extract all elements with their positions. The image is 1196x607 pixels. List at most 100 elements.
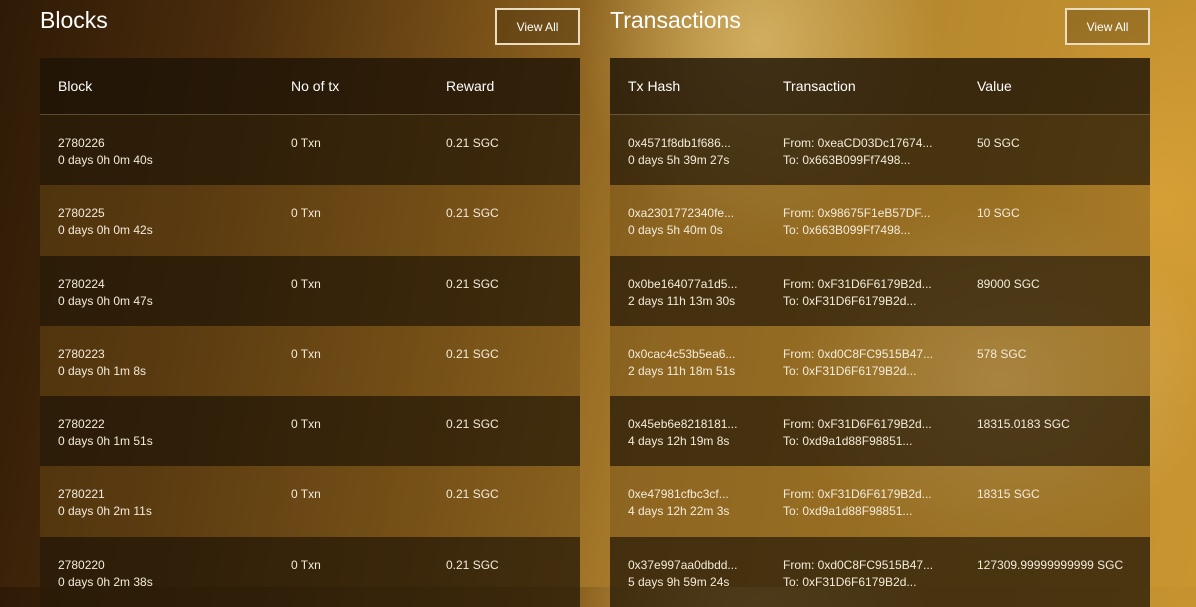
block-cell: 2780221 0 days 0h 2m 11s — [58, 486, 152, 520]
tx-hash-link[interactable]: 0x45eb6e8218181... — [628, 416, 737, 433]
block-number-link[interactable]: 2780225 — [58, 205, 153, 222]
tx-hash-link[interactable]: 0x37e997aa0dbdd... — [628, 557, 737, 574]
blocks-table: Block No of tx Reward 2780226 0 days 0h 0… — [40, 58, 580, 607]
block-cell: 2780220 0 days 0h 2m 38s — [58, 557, 153, 591]
block-reward: 0.21 SGC — [446, 206, 499, 221]
transactions-table-header: Tx Hash Transaction Value — [610, 58, 1150, 115]
block-tx-count: 0 Txn — [291, 557, 321, 572]
transactions-title: Transactions — [610, 7, 741, 33]
table-row: 2780222 0 days 0h 1m 51s 0 Txn 0.21 SGC — [40, 396, 580, 467]
table-row: 2780226 0 days 0h 0m 40s 0 Txn 0.21 SGC — [40, 115, 580, 186]
tx-hash-link[interactable]: 0x0cac4c53b5ea6... — [628, 346, 735, 363]
tx-hash-cell: 0xe47981cfbc3cf... 4 days 12h 22m 3s — [628, 486, 729, 520]
block-tx-count: 0 Txn — [291, 346, 321, 361]
block-cell: 2780225 0 days 0h 0m 42s — [58, 205, 153, 239]
tx-age: 2 days 11h 13m 30s — [628, 293, 736, 308]
tx-transaction-cell: From: 0x98675F1eB57DF... To: 0x663B099Ff7… — [783, 205, 930, 239]
block-age: 0 days 0h 1m 51s — [58, 434, 153, 449]
block-age: 0 days 0h 2m 38s — [58, 574, 153, 589]
tx-from-address[interactable]: From: 0xF31D6F6179B2d... — [783, 486, 932, 503]
table-row: 2780220 0 days 0h 2m 38s 0 Txn 0.21 SGC — [40, 536, 580, 607]
tx-to-address[interactable]: To: 0x663B099Ff7498... — [783, 152, 932, 169]
blocks-table-body: 2780226 0 days 0h 0m 40s 0 Txn 0.21 SGC 2780… — [40, 115, 580, 607]
table-row: 0x37e997aa0dbdd... 5 days 9h 59m 24s From:… — [610, 536, 1150, 607]
tx-value: 89000 SGC — [977, 276, 1040, 291]
tx-transaction-cell: From: 0xeaCD03Dc17674... To: 0x663B099Ff7… — [783, 135, 932, 169]
block-number-link[interactable]: 2780221 — [58, 486, 152, 503]
header-tx-hash: Tx Hash — [628, 78, 681, 94]
tx-from-address[interactable]: From: 0xeaCD03Dc17674... — [783, 135, 932, 152]
tx-from-address[interactable]: From: 0xd0C8FC9515B47... — [783, 346, 933, 363]
block-tx-count: 0 Txn — [291, 417, 321, 432]
block-age: 0 days 0h 1m 8s — [58, 363, 147, 378]
blocks-view-all-button[interactable]: View All — [495, 8, 580, 45]
tx-value: 18315 SGC — [977, 487, 1040, 502]
block-number-link[interactable]: 2780224 — [58, 276, 153, 293]
table-row: 2780224 0 days 0h 0m 47s 0 Txn 0.21 SGC — [40, 255, 580, 326]
tx-from-address[interactable]: From: 0xF31D6F6179B2d... — [783, 276, 932, 293]
tx-to-address[interactable]: To: 0xd9a1d88F98851... — [783, 503, 932, 520]
transactions-table-body: 0x4571f8db1f686... 0 days 5h 39m 27s From:… — [610, 115, 1150, 607]
tx-hash-link[interactable]: 0x4571f8db1f686... — [628, 135, 731, 152]
tx-to-address[interactable]: To: 0x663B099Ff7498... — [783, 222, 930, 239]
block-number-link[interactable]: 2780226 — [58, 135, 153, 152]
tx-to-address[interactable]: To: 0xd9a1d88F98851... — [783, 433, 932, 450]
tx-hash-cell: 0xa2301772340fe... 0 days 5h 40m 0s — [628, 205, 734, 239]
tx-age: 2 days 11h 18m 51s — [628, 363, 736, 378]
block-number-link[interactable]: 2780223 — [58, 346, 146, 363]
table-row: 0x4571f8db1f686... 0 days 5h 39m 27s From:… — [610, 115, 1150, 186]
block-number-link[interactable]: 2780222 — [58, 416, 153, 433]
block-reward: 0.21 SGC — [446, 487, 499, 502]
block-tx-count: 0 Txn — [291, 487, 321, 502]
block-reward: 0.21 SGC — [446, 417, 499, 432]
tx-to-address[interactable]: To: 0xF31D6F6179B2d... — [783, 574, 933, 591]
tx-hash-link[interactable]: 0x0be164077a1d5... — [628, 276, 737, 293]
block-cell: 2780223 0 days 0h 1m 8s — [58, 346, 146, 380]
header-reward: Reward — [446, 78, 495, 94]
tx-value: 10 SGC — [977, 206, 1020, 221]
header-no-of-tx: No of tx — [291, 78, 340, 94]
table-row: 2780223 0 days 0h 1m 8s 0 Txn 0.21 SGC — [40, 325, 580, 397]
header-value: Value — [977, 78, 1012, 94]
tx-hash-link[interactable]: 0xe47981cfbc3cf... — [628, 486, 729, 503]
tx-hash-link[interactable]: 0xa2301772340fe... — [628, 205, 734, 222]
transactions-view-all-button[interactable]: View All — [1065, 8, 1150, 45]
header-block: Block — [58, 78, 93, 94]
tx-value: 127309.99999999999 SGC — [977, 557, 1124, 572]
table-row: 0x0cac4c53b5ea6... 2 days 11h 18m 51s From… — [610, 325, 1150, 397]
blocks-title: Blocks — [40, 7, 108, 33]
table-row: 2780221 0 days 0h 2m 11s 0 Txn 0.21 SGC — [40, 466, 580, 537]
blocks-table-header: Block No of tx Reward — [40, 58, 580, 115]
tx-from-address[interactable]: From: 0xd0C8FC9515B47... — [783, 557, 933, 574]
tx-hash-cell: 0x37e997aa0dbdd... 5 days 9h 59m 24s — [628, 557, 737, 591]
tx-age: 0 days 5h 39m 27s — [628, 153, 730, 167]
block-tx-count: 0 Txn — [291, 136, 321, 150]
tx-transaction-cell: From: 0xd0C8FC9515B47... To: 0xF31D6F6179… — [783, 557, 933, 591]
tx-from-address[interactable]: From: 0x98675F1eB57DF... — [783, 205, 930, 222]
tx-hash-cell: 0x4571f8db1f686... 0 days 5h 39m 27s — [628, 135, 731, 169]
tx-value: 18315.0183 SGC — [977, 417, 1070, 432]
block-tx-count: 0 Txn — [291, 276, 321, 291]
block-cell: 2780224 0 days 0h 0m 47s — [58, 276, 153, 310]
transactions-table: Tx Hash Transaction Value 0x4571f8db1f68… — [610, 58, 1150, 607]
tx-transaction-cell: From: 0xF31D6F6179B2d... To: 0xF31D6F6179… — [783, 276, 932, 310]
block-age: 0 days 0h 0m 40s — [58, 153, 153, 167]
tx-age: 4 days 12h 22m 3s — [628, 504, 730, 519]
table-row: 0x45eb6e8218181... 4 days 12h 19m 8s From:… — [610, 396, 1150, 467]
tx-hash-cell: 0x0be164077a1d5... 2 days 11h 13m 30s — [628, 276, 737, 310]
block-reward: 0.21 SGC — [446, 136, 499, 150]
tx-transaction-cell: From: 0xF31D6F6179B2d... To: 0xd9a1d88F98… — [783, 416, 932, 450]
tx-to-address[interactable]: To: 0xF31D6F6179B2d... — [783, 363, 933, 380]
block-tx-count: 0 Txn — [291, 206, 321, 221]
block-cell: 2780222 0 days 0h 1m 51s — [58, 416, 153, 450]
tx-age: 4 days 12h 19m 8s — [628, 434, 730, 449]
tx-age: 5 days 9h 59m 24s — [628, 574, 730, 589]
block-number-link[interactable]: 2780220 — [58, 557, 153, 574]
tx-from-address[interactable]: From: 0xF31D6F6179B2d... — [783, 416, 932, 433]
tx-transaction-cell: From: 0xF31D6F6179B2d... To: 0xd9a1d88F98… — [783, 486, 932, 520]
block-reward: 0.21 SGC — [446, 557, 499, 572]
tx-to-address[interactable]: To: 0xF31D6F6179B2d... — [783, 293, 932, 310]
tx-value: 50 SGC — [977, 136, 1020, 150]
table-row: 0x0be164077a1d5... 2 days 11h 13m 30s From… — [610, 255, 1150, 326]
table-row: 2780225 0 days 0h 0m 42s 0 Txn 0.21 SGC — [40, 185, 580, 256]
